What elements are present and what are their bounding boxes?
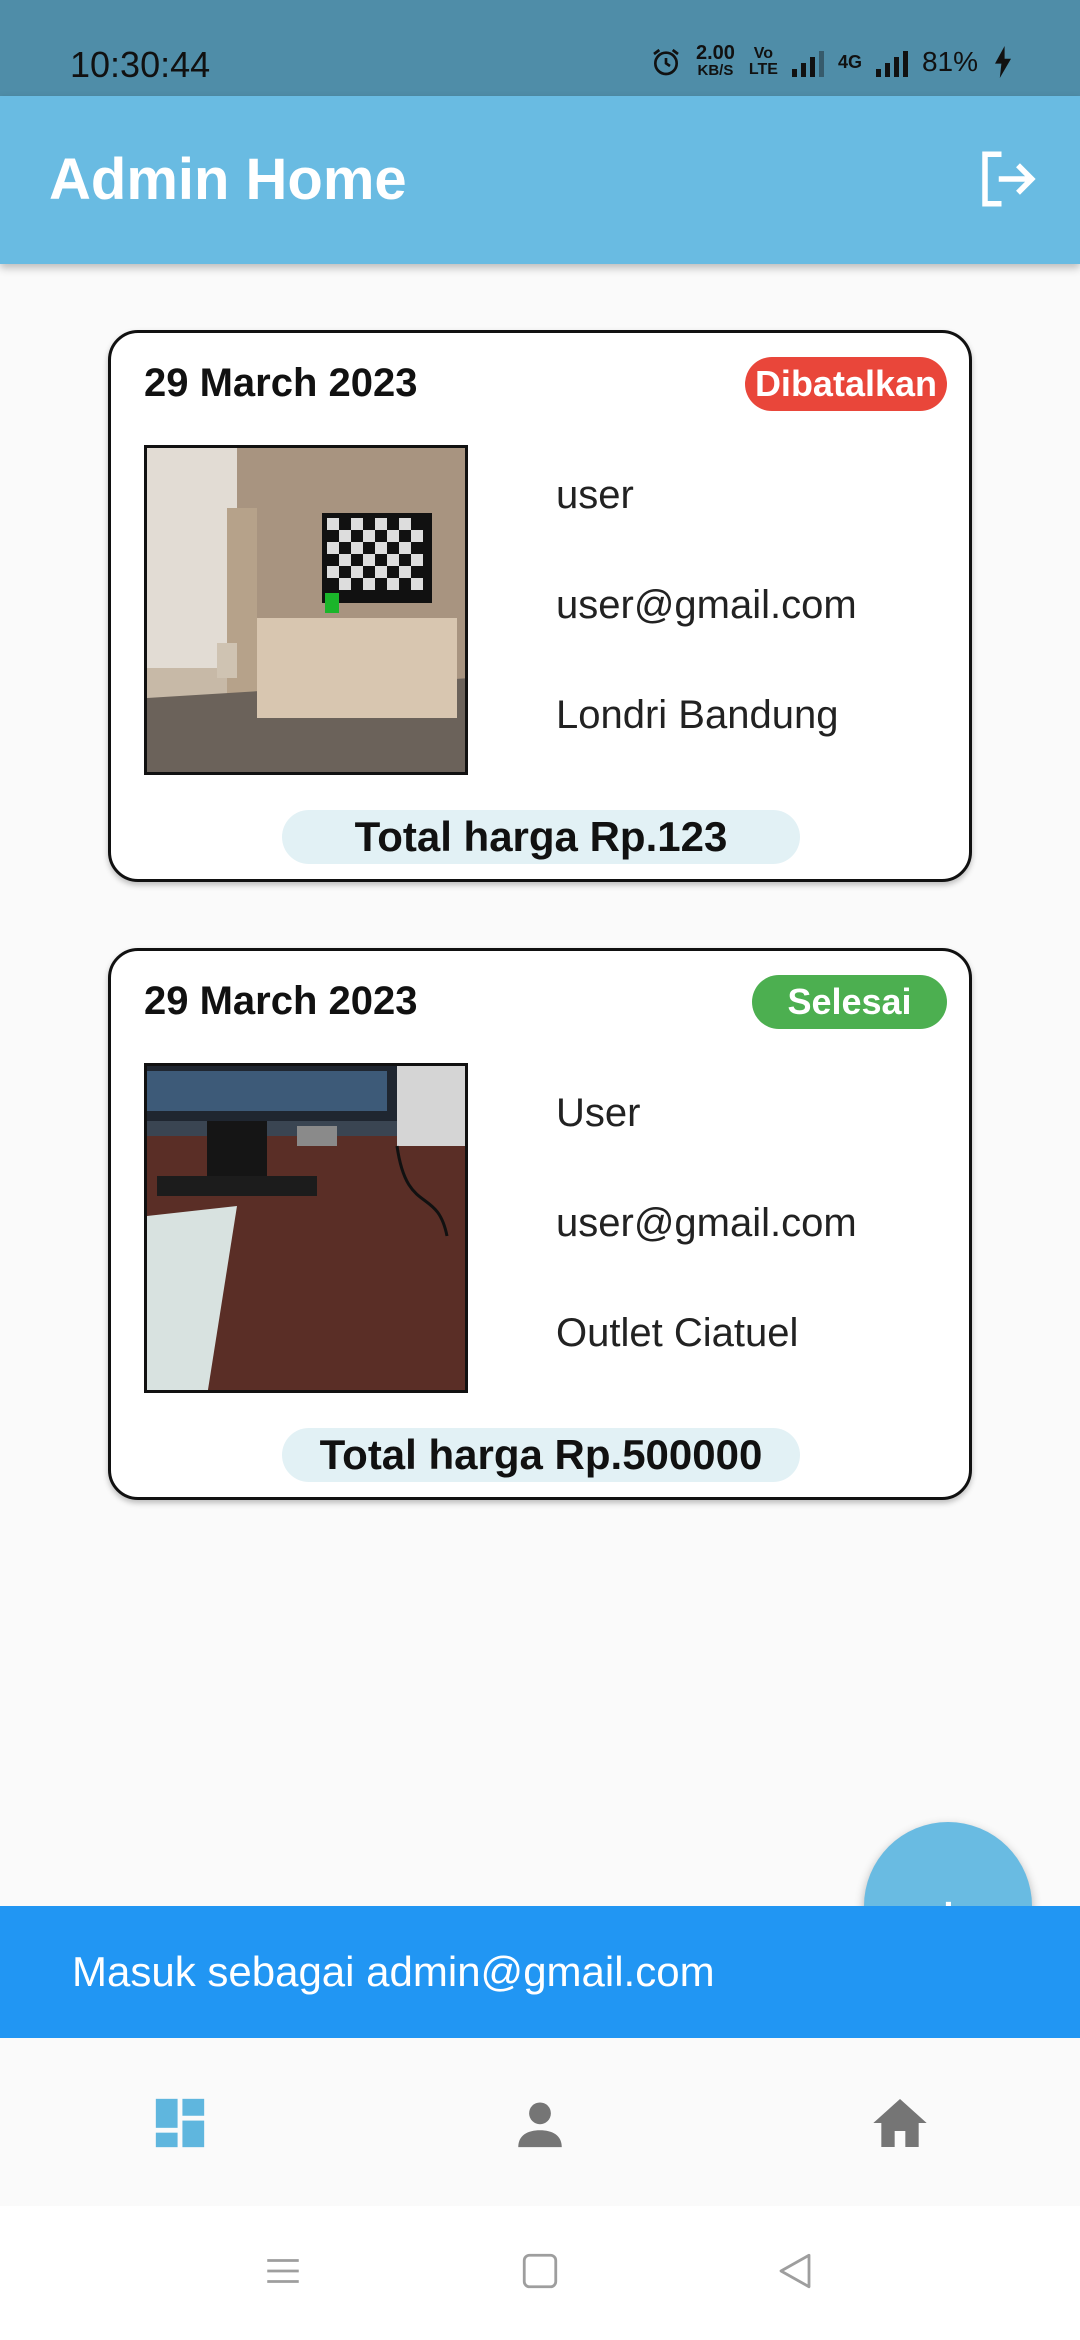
logout-icon bbox=[982, 151, 1036, 207]
nav-dashboard[interactable] bbox=[125, 2068, 235, 2178]
person-icon bbox=[518, 2102, 562, 2148]
home-system-button[interactable] bbox=[519, 2250, 561, 2297]
order-total: Total harga Rp.123 bbox=[282, 810, 800, 864]
battery-percent: 81% bbox=[921, 46, 978, 77]
back-button[interactable] bbox=[774, 2250, 816, 2297]
charging-icon bbox=[995, 46, 1011, 78]
page-title: Admin Home bbox=[49, 147, 407, 212]
logout-button[interactable] bbox=[974, 146, 1040, 212]
menu-icon bbox=[267, 2259, 299, 2283]
room-tv-image bbox=[147, 448, 465, 772]
customer-name: user bbox=[556, 473, 634, 517]
signal-icon bbox=[791, 47, 824, 77]
customer-email: user@gmail.com bbox=[556, 1201, 857, 1245]
nav-home[interactable] bbox=[845, 2068, 955, 2178]
status-bar: 10:30:44 2.00 KB/S Vo LTE 4G 81% bbox=[0, 0, 1080, 96]
status-badge: Selesai bbox=[752, 975, 947, 1029]
outlet-name: Outlet Ciatuel bbox=[556, 1311, 799, 1355]
customer-email: user@gmail.com bbox=[556, 583, 857, 627]
order-card[interactable]: 29 March 2023 Selesai User user@gmail.co… bbox=[108, 948, 972, 1500]
app-bar: Admin Home bbox=[0, 96, 1080, 264]
back-triangle-icon bbox=[779, 2253, 811, 2289]
order-date: 29 March 2023 bbox=[144, 361, 418, 405]
order-photo bbox=[144, 445, 468, 775]
status-badge: Dibatalkan bbox=[744, 357, 947, 411]
order-info: User user@gmail.com Outlet Ciatuel bbox=[556, 1091, 857, 1421]
signal-icon-2 bbox=[875, 47, 908, 77]
alarm-icon bbox=[653, 48, 679, 76]
square-icon bbox=[522, 2253, 558, 2289]
status-time: 10:30:44 bbox=[70, 44, 211, 85]
recents-button[interactable] bbox=[262, 2250, 304, 2297]
nav-profile[interactable] bbox=[485, 2068, 595, 2178]
outlet-name: Londri Bandung bbox=[556, 693, 839, 737]
net-speed: 2.00 KB/S bbox=[695, 42, 735, 79]
network-type: 4G bbox=[837, 51, 862, 72]
order-info: user user@gmail.com Londri Bandung bbox=[556, 473, 857, 803]
home-icon bbox=[873, 2099, 927, 2147]
desk-monitor-image bbox=[147, 1066, 465, 1390]
dashboard-icon bbox=[155, 2098, 205, 2148]
order-photo bbox=[144, 1063, 468, 1393]
status-icons: 2.00 KB/S Vo LTE 4G 81% bbox=[650, 42, 1014, 80]
order-total: Total harga Rp.500000 bbox=[282, 1428, 800, 1482]
snackbar: Masuk sebagai admin@gmail.com bbox=[0, 1906, 1080, 2038]
customer-name: User bbox=[556, 1091, 641, 1135]
order-date: 29 March 2023 bbox=[144, 979, 418, 1023]
order-card[interactable]: 29 March 2023 Dibatalkan user user@gmail… bbox=[108, 330, 972, 882]
order-list: 29 March 2023 Dibatalkan user user@gmail… bbox=[0, 264, 1080, 1906]
volte-indicator: Vo LTE bbox=[748, 45, 778, 78]
bottom-nav bbox=[0, 2038, 1080, 2206]
snackbar-text: Masuk sebagai admin@gmail.com bbox=[72, 1948, 715, 1995]
system-nav-bar bbox=[0, 2206, 1080, 2340]
